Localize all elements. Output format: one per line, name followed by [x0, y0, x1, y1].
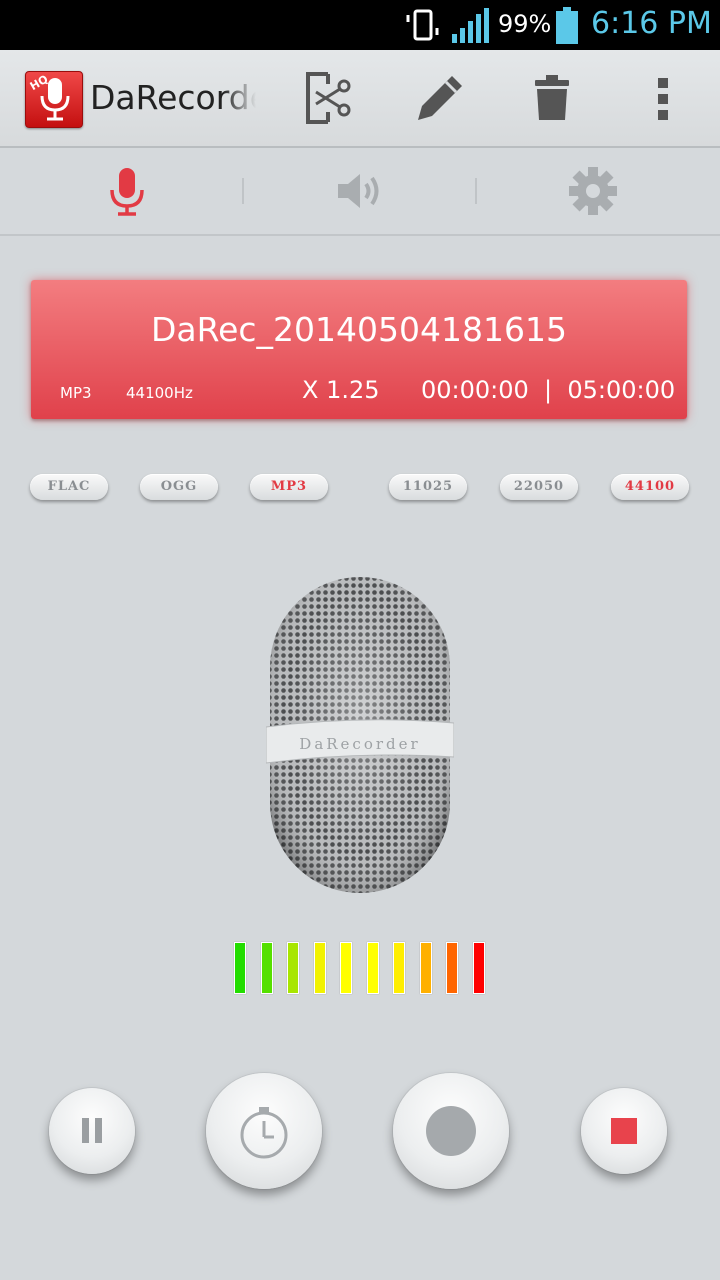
- tab-playback[interactable]: [238, 148, 478, 234]
- signal-icon: [452, 8, 489, 43]
- level-meter-bar: [446, 942, 458, 994]
- trim-icon[interactable]: [300, 70, 356, 126]
- recording-info-panel: DaRec_20140504181615 MP3 44100Hz X 1.25 …: [31, 280, 687, 419]
- format-flac-button[interactable]: FLAC: [30, 474, 108, 500]
- level-meter-bar: [419, 942, 432, 994]
- timer-button[interactable]: [206, 1073, 322, 1189]
- record-button[interactable]: [393, 1073, 509, 1189]
- level-meter-bar: [287, 942, 299, 994]
- tab-bar: [0, 148, 720, 236]
- level-meter-bar: [393, 942, 405, 994]
- speaker-icon: [338, 174, 379, 208]
- battery-percent: 99%: [498, 10, 552, 38]
- action-bar: HQ DaRecorder: [0, 50, 720, 148]
- format-mp3-button[interactable]: MP3: [250, 474, 328, 500]
- tab-settings[interactable]: [472, 148, 712, 234]
- record-icon: [426, 1106, 476, 1156]
- stop-icon: [611, 1118, 637, 1144]
- level-meter-bar: [313, 942, 326, 994]
- status-bar: 99% 6:16 PM: [0, 0, 720, 50]
- playback-speed[interactable]: X 1.25: [302, 376, 380, 404]
- svg-text:HQ: HQ: [28, 73, 51, 94]
- gear-icon: [569, 167, 617, 215]
- level-meter: [234, 942, 494, 997]
- recording-file-name: DaRec_20140504181615: [151, 310, 567, 349]
- delete-icon[interactable]: [524, 70, 580, 126]
- pause-icon: [82, 1118, 102, 1143]
- edit-icon[interactable]: [412, 70, 468, 126]
- overflow-menu-icon[interactable]: [636, 70, 692, 126]
- level-meter-bar: [366, 942, 379, 994]
- format-ogg-button[interactable]: OGG: [140, 474, 218, 500]
- rate-11025-button[interactable]: 11025: [389, 474, 467, 500]
- level-meter-bar: [340, 942, 352, 994]
- recording-format: MP3: [60, 384, 92, 402]
- rate-44100-button[interactable]: 44100: [611, 474, 689, 500]
- rate-22050-button[interactable]: 22050: [500, 474, 578, 500]
- microphone-icon: [110, 168, 144, 216]
- recording-time: 00:00:00 | 05:00:00: [421, 376, 676, 404]
- clock: 6:16 PM: [591, 6, 712, 41]
- tab-record[interactable]: [6, 148, 246, 234]
- stop-button[interactable]: [581, 1088, 667, 1174]
- microphone-graphic: DaRecorder: [266, 577, 454, 893]
- vibrate-icon: [406, 9, 439, 41]
- battery-icon: [556, 7, 578, 44]
- level-meter-bar: [234, 942, 246, 994]
- pause-button[interactable]: [49, 1088, 135, 1174]
- app-title: DaRecorder: [90, 78, 256, 117]
- recording-sample-rate: 44100Hz: [126, 384, 193, 402]
- microphone-icon: HQ: [28, 73, 70, 121]
- level-meter-bar: [260, 942, 273, 994]
- level-meter-bar: [472, 942, 485, 994]
- stopwatch-icon: [240, 1107, 288, 1159]
- app-icon[interactable]: HQ: [25, 71, 83, 128]
- mic-brand-label: DaRecorder: [299, 735, 420, 753]
